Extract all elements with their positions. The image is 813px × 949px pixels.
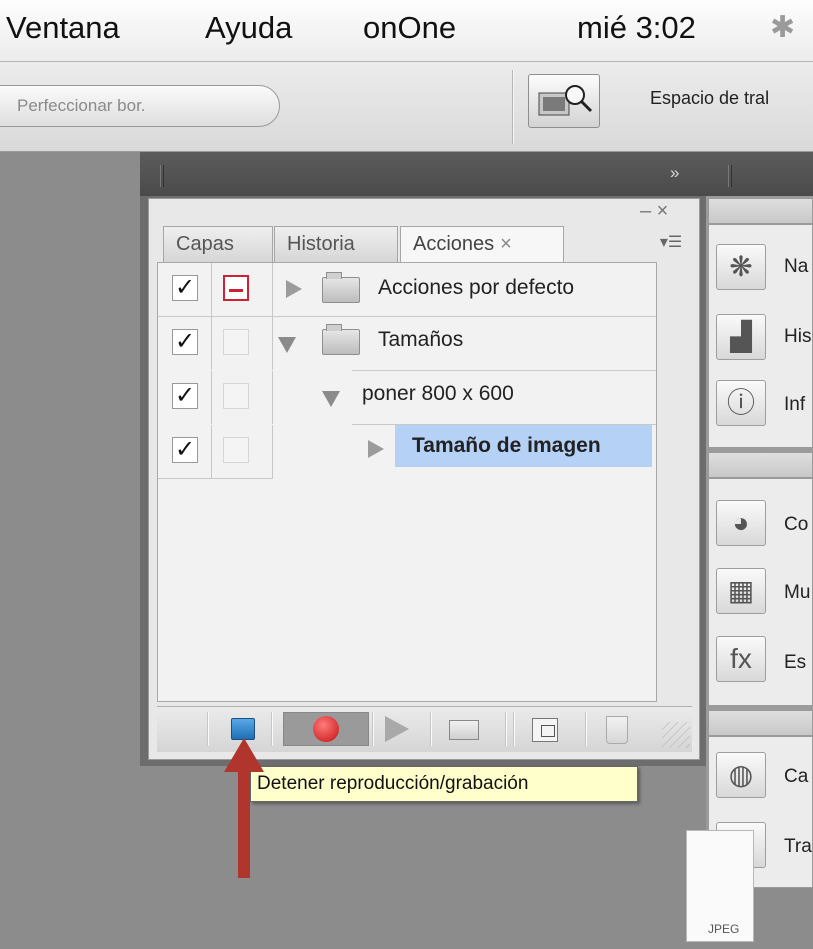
action-row-defaults[interactable]: ✓ Acciones por defecto xyxy=(158,263,656,316)
tab-label: Historia xyxy=(287,233,355,255)
tab-label: Capas xyxy=(176,233,234,255)
toggle-column: ✓ xyxy=(158,425,212,478)
collapse-triangle-icon[interactable] xyxy=(322,391,340,407)
expand-triangle-icon[interactable] xyxy=(368,440,384,458)
toggle-checkbox[interactable]: ✓ xyxy=(172,329,198,355)
toolbar-separator xyxy=(372,712,374,746)
toolbar-separator xyxy=(513,712,515,746)
panel-label: His xyxy=(784,326,812,347)
record-icon xyxy=(313,716,339,742)
action-set-label: Tamaños xyxy=(378,328,464,351)
panel-label: Es xyxy=(784,652,807,673)
panel-minimize-close-icon[interactable]: – × xyxy=(640,200,668,223)
panel-dock-header[interactable] xyxy=(140,152,813,196)
action-label: poner 800 x 600 xyxy=(362,382,514,405)
color-palette-icon[interactable]: ◕ xyxy=(716,500,766,546)
toolbar-separator xyxy=(207,712,209,746)
toggle-checkbox[interactable]: ✓ xyxy=(172,383,198,409)
refine-edge-button[interactable]: Perfeccionar bor. xyxy=(0,85,280,127)
dialog-column xyxy=(213,317,273,370)
channels-icon[interactable]: ◍ xyxy=(716,752,766,798)
panel-label: Tra xyxy=(784,836,812,857)
menu-ventana[interactable]: Ventana xyxy=(6,10,120,46)
new-action-button[interactable] xyxy=(532,718,558,742)
bluetooth-icon[interactable]: ✱ xyxy=(770,10,795,45)
menu-clock[interactable]: mié 3:02 xyxy=(577,10,696,46)
panel-menu-icon[interactable]: ▾☰ xyxy=(650,232,692,260)
tab-acciones[interactable]: Acciones × xyxy=(400,226,564,264)
annotation-arrow-icon xyxy=(224,738,264,878)
panel-group-header[interactable] xyxy=(708,710,813,736)
toolbar-separator xyxy=(271,712,273,746)
tab-close-icon[interactable]: × xyxy=(500,233,512,255)
menu-onone[interactable]: onOne xyxy=(363,10,456,46)
tab-capas[interactable]: Capas xyxy=(163,226,273,262)
panel-label: Co xyxy=(784,514,809,535)
toggle-checkbox[interactable]: ✓ xyxy=(172,275,198,301)
collapse-triangle-icon[interactable] xyxy=(278,337,296,353)
options-divider xyxy=(512,70,514,144)
swatches-icon[interactable]: ▦ xyxy=(716,568,766,614)
action-row-poner-800x600[interactable]: ✓ poner 800 x 600 xyxy=(158,371,656,424)
row-content: poner 800 x 600 xyxy=(274,371,656,424)
row-content: Acciones por defecto xyxy=(274,263,656,316)
jpeg-file-label: JPEG xyxy=(708,922,740,936)
dialog-toggle-icon[interactable] xyxy=(223,275,249,301)
tab-historia[interactable]: Historia xyxy=(274,226,398,262)
panel-group-header[interactable] xyxy=(708,452,813,478)
panel-label: Ca xyxy=(784,766,809,787)
new-set-folder-button[interactable] xyxy=(449,720,479,740)
menu-ayuda[interactable]: Ayuda xyxy=(205,10,292,46)
panel-label: Inf xyxy=(784,394,806,415)
toggle-column: ✓ xyxy=(158,371,212,424)
action-row-tamano-imagen[interactable]: ✓ Tamaño de imagen xyxy=(158,425,656,478)
stop-button[interactable] xyxy=(231,718,255,740)
play-button[interactable] xyxy=(385,716,409,742)
tooltip: Detener reproducción/grabación xyxy=(250,766,638,802)
toggle-checkbox[interactable]: ✓ xyxy=(172,437,198,463)
dialog-column xyxy=(213,371,273,424)
panel-label: Mu xyxy=(784,582,811,603)
resize-grip-icon[interactable] xyxy=(662,722,690,748)
trash-icon[interactable] xyxy=(606,716,628,744)
dock-grip-handle-right[interactable] xyxy=(728,165,732,187)
workspace-button[interactable] xyxy=(528,74,600,128)
toolbar-separator xyxy=(585,712,587,746)
menu-bar: Ventana Ayuda onOne mié 3:02 ✱ xyxy=(0,0,813,62)
dock-grip-handle[interactable] xyxy=(160,165,164,187)
dialog-toggle-icon[interactable] xyxy=(223,437,249,463)
workspace-label: Espacio de tral xyxy=(650,88,770,108)
dialog-column xyxy=(213,425,273,478)
info-icon[interactable]: ⓘ xyxy=(716,380,766,426)
toolbar-separator xyxy=(505,712,507,746)
action-set-label: Acciones por defecto xyxy=(378,276,575,299)
folder-icon xyxy=(322,272,360,303)
expand-panels-icon[interactable]: » xyxy=(670,163,679,183)
dialog-toggle-icon[interactable] xyxy=(223,383,249,409)
styles-fx-icon[interactable]: fx xyxy=(716,636,766,682)
folder-icon xyxy=(322,324,360,355)
row-content: Tamaños xyxy=(274,317,656,370)
panel-group-header[interactable] xyxy=(708,198,813,224)
panel-label: Na xyxy=(784,256,809,277)
dialog-column xyxy=(213,263,273,316)
histogram-icon[interactable]: ▟ xyxy=(716,314,766,360)
toolbar-separator xyxy=(430,712,432,746)
toggle-column: ✓ xyxy=(158,317,212,370)
row-content: Tamaño de imagen xyxy=(274,425,656,478)
action-row-tamanos[interactable]: ✓ Tamaños xyxy=(158,317,656,370)
tab-label: Acciones xyxy=(413,233,495,255)
command-label: Tamaño de imagen xyxy=(412,434,601,457)
navigator-icon[interactable]: ❋ xyxy=(716,244,766,290)
workspace-zoom-icon xyxy=(538,85,593,116)
toggle-column: ✓ xyxy=(158,263,212,316)
expand-triangle-icon[interactable] xyxy=(286,280,302,298)
row-divider xyxy=(158,478,273,479)
dialog-toggle-icon[interactable] xyxy=(223,329,249,355)
